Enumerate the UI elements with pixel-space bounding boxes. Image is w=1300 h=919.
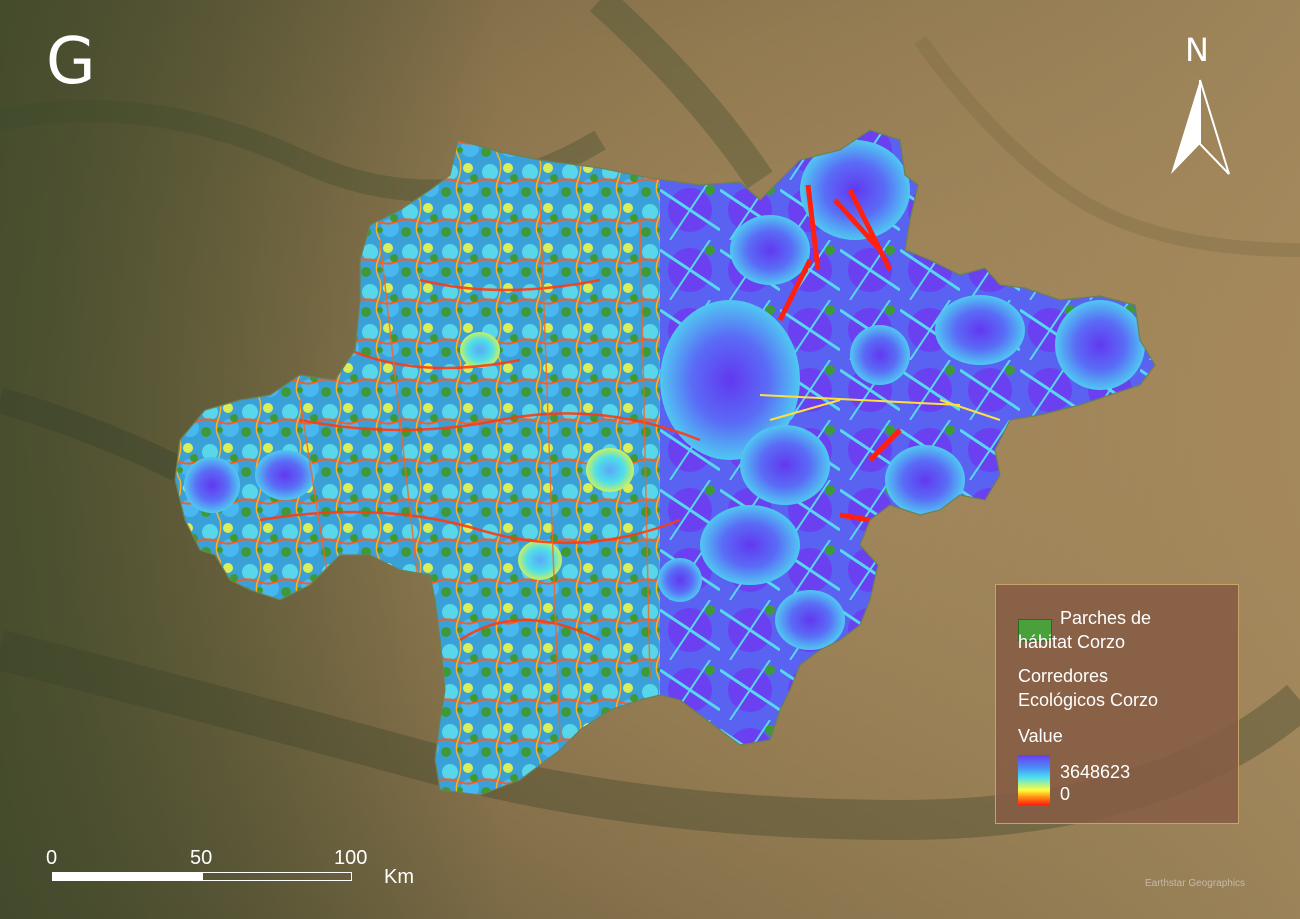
map-canvas: G N Parches de hábitat Corzo Corredores …: [0, 0, 1300, 919]
imagery-credit: Earthstar Geographics: [1145, 878, 1246, 889]
legend-corridor-title-1: Corredores: [1018, 666, 1109, 686]
legend-patch-label-2: hábitat Corzo: [1018, 632, 1126, 652]
panel-label: G: [46, 25, 96, 99]
color-ramp: [1018, 755, 1050, 805]
legend: Parches de hábitat Corzo Corredores Ecol…: [995, 584, 1239, 824]
scale-tick-50: 50: [190, 847, 213, 869]
scale-segment-filled: [52, 872, 202, 881]
scale-bar-graphic: [52, 872, 352, 881]
legend-value-label: Value: [1018, 726, 1063, 746]
scale-segment-empty: [202, 872, 352, 881]
scale-tick-100: 100: [334, 847, 368, 869]
north-label: N: [1185, 31, 1209, 69]
legend-corridor-title-2: Ecológicos Corzo: [1018, 690, 1159, 710]
scale-unit: Km: [384, 866, 414, 888]
scale-tick-0: 0: [46, 847, 58, 869]
legend-min-value: 0: [1060, 784, 1071, 804]
legend-max-value: 3648623: [1060, 762, 1131, 782]
legend-patch-label-1: Parches de: [1060, 608, 1152, 628]
